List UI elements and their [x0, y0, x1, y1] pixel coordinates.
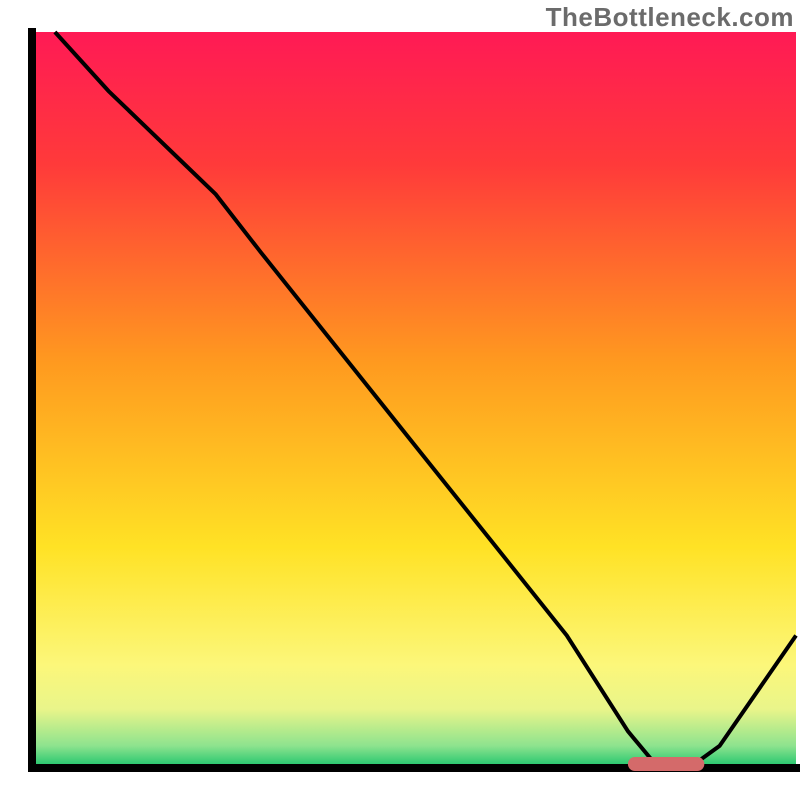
- bottleneck-chart: TheBottleneck.com: [0, 0, 800, 800]
- chart-svg: [0, 0, 800, 800]
- sweet-spot-marker: [628, 757, 704, 771]
- watermark-text: TheBottleneck.com: [546, 2, 794, 33]
- chart-background: [32, 32, 796, 768]
